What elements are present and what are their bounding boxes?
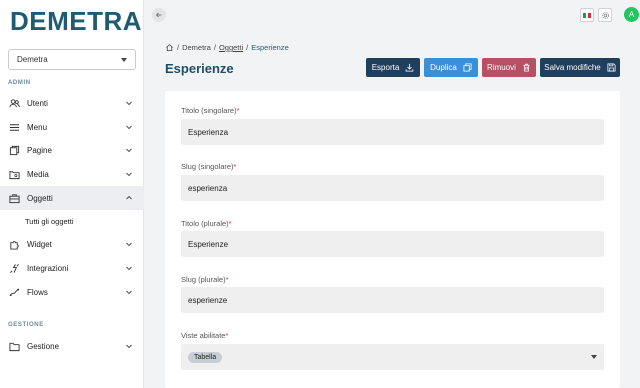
project-select-value: Demetra: [17, 55, 48, 64]
settings-button[interactable]: [598, 8, 612, 22]
folder-icon: [8, 340, 20, 352]
arrow-left-icon: [155, 12, 162, 18]
chevron-down-icon: [124, 341, 134, 351]
sidebar-item-pagine[interactable]: Pagine: [0, 138, 144, 162]
section-label-admin: ADMIN: [8, 80, 31, 86]
remove-button[interactable]: Rimuovi: [482, 58, 536, 77]
project-select[interactable]: Demetra: [8, 49, 136, 70]
users-icon: [8, 97, 20, 109]
titolo-plurale-input[interactable]: Esperienze: [181, 231, 604, 257]
sidebar-item-label: Gestione: [27, 341, 60, 351]
field-label-text: Slug (plurale): [181, 275, 226, 284]
sidebar-item-label: Menu: [27, 122, 48, 132]
chevron-down-icon: [124, 98, 134, 108]
chevron-down-icon: [124, 122, 134, 132]
breadcrumb-separator: /: [177, 43, 180, 52]
sidebar-item-flows[interactable]: Flows: [0, 280, 144, 304]
export-button[interactable]: Esporta: [366, 58, 420, 77]
section-label-gestione: GESTIONE: [8, 322, 44, 328]
sidebar-item-media[interactable]: Media: [0, 162, 144, 186]
home-icon[interactable]: [165, 43, 174, 52]
required-mark: *: [228, 219, 232, 228]
plug-icon: [8, 262, 20, 274]
download-icon: [405, 63, 414, 72]
trash-icon: [523, 63, 530, 72]
media-icon: [8, 168, 20, 180]
sidebar-item-utenti[interactable]: Utenti: [0, 91, 144, 115]
required-mark: *: [225, 275, 229, 284]
sidebar-subitem-tutti-gli-oggetti[interactable]: Tutti gli oggetti: [25, 217, 74, 226]
italian-flag-icon: [583, 12, 592, 18]
sidebar-item-label: Pagine: [27, 145, 52, 155]
save-button-label: Salva modifiche: [544, 63, 601, 72]
remove-button-label: Rimuovi: [487, 63, 516, 72]
menu-icon: [8, 121, 20, 133]
field-label-viste-abilitate: Viste abilitate*: [181, 331, 228, 340]
sidebar-item-widget[interactable]: Widget: [0, 232, 144, 256]
field-label-text: Titolo (plurale): [181, 219, 229, 228]
breadcrumb-separator: /: [246, 43, 249, 52]
chevron-down-icon: [124, 287, 134, 297]
field-label-slug-singolare: Slug (singolare)*: [181, 162, 236, 171]
view-chip-tabella[interactable]: Tabella: [188, 351, 223, 363]
caret-down-icon: [591, 355, 597, 359]
sidebar-item-label: Integrazioni: [27, 263, 69, 273]
caret-down-icon: [121, 57, 127, 62]
save-button[interactable]: Salva modifiche: [540, 58, 620, 77]
input-value: Esperienza: [188, 127, 229, 137]
sidebar-item-label: Utenti: [27, 98, 48, 108]
chevron-down-icon: [124, 263, 134, 273]
breadcrumb-item-oggetti[interactable]: Oggetti: [219, 43, 243, 52]
breadcrumb: / Demetra / Oggetti / Esperienze: [165, 43, 289, 52]
puzzle-icon: [8, 238, 20, 250]
sidebar-item-label: Oggetti: [27, 193, 53, 203]
input-value: esperienza: [188, 183, 228, 193]
sidebar-item-label: Widget: [27, 239, 52, 249]
briefcase-icon: [8, 192, 20, 204]
viste-abilitate-select[interactable]: Tabella: [181, 344, 604, 370]
breadcrumb-separator: /: [213, 43, 216, 52]
page-title: Esperienze: [165, 61, 234, 76]
avatar[interactable]: A: [624, 7, 639, 22]
required-mark: *: [236, 106, 240, 115]
breadcrumb-item-demetra[interactable]: Demetra: [182, 43, 211, 52]
field-label-text: Titolo (singolare): [181, 106, 237, 115]
chevron-down-icon: [124, 169, 134, 179]
chevron-up-icon: [124, 193, 134, 203]
field-label-titolo-singolare: Titolo (singolare)*: [181, 106, 240, 115]
sidebar-item-gestione[interactable]: Gestione: [0, 334, 144, 358]
copy-icon: [463, 63, 472, 72]
sidebar-item-oggetti[interactable]: Oggetti: [0, 186, 144, 210]
back-button[interactable]: [152, 8, 166, 22]
required-mark: *: [225, 331, 229, 340]
field-label-slug-plurale: Slug (plurale)*: [181, 275, 229, 284]
export-button-label: Esporta: [371, 63, 400, 72]
field-label-text: Viste abilitate: [181, 331, 226, 340]
input-value: esperienze: [188, 295, 228, 305]
slug-singolare-input[interactable]: esperienza: [181, 175, 604, 201]
logo[interactable]: DEMETRA: [10, 6, 142, 37]
breadcrumb-item-current: Esperienze: [251, 43, 289, 52]
titolo-singolare-input[interactable]: Esperienza: [181, 119, 604, 145]
sidebar-item-integrazioni[interactable]: Integrazioni: [0, 256, 144, 280]
sidebar: DEMETRA Demetra ADMIN Utenti Menu Pagine…: [0, 0, 144, 388]
chevron-down-icon: [124, 145, 134, 155]
sidebar-item-menu[interactable]: Menu: [0, 115, 144, 139]
required-mark: *: [233, 162, 237, 171]
field-label-text: Slug (singolare): [181, 162, 234, 171]
sidebar-item-label: Media: [27, 169, 49, 179]
gear-icon: [601, 11, 609, 19]
slug-plurale-input[interactable]: esperienze: [181, 287, 604, 313]
chevron-down-icon: [124, 239, 134, 249]
field-label-titolo-plurale: Titolo (plurale)*: [181, 219, 232, 228]
save-icon: [607, 63, 616, 72]
duplicate-button[interactable]: Duplica: [424, 58, 478, 77]
sidebar-item-label: Flows: [27, 287, 48, 297]
flow-icon: [8, 286, 20, 298]
input-value: Esperienze: [188, 239, 229, 249]
language-button[interactable]: [580, 8, 594, 22]
pages-icon: [8, 144, 20, 156]
duplicate-button-label: Duplica: [430, 63, 457, 72]
